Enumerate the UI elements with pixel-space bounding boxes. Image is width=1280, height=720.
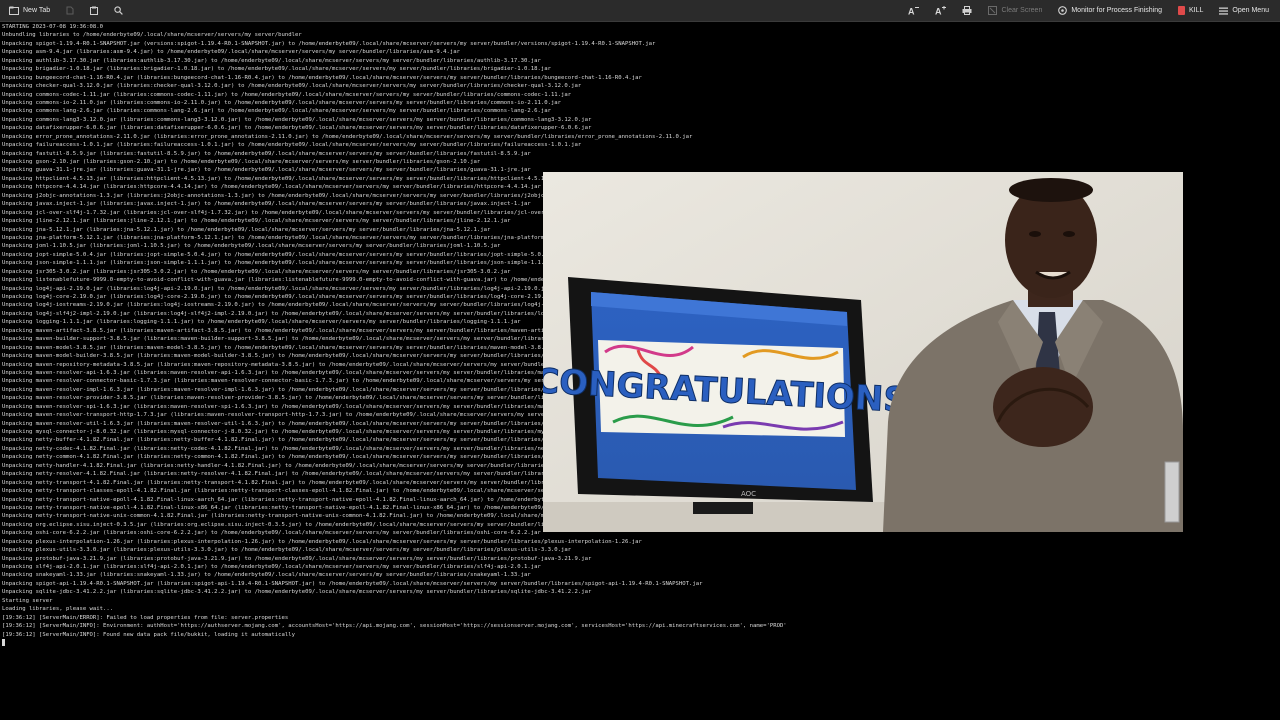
terminal-line: Unpacking brigadier-1.0.18.jar (librarie… xyxy=(2,66,551,73)
kill-icon xyxy=(1178,6,1185,15)
terminal-line: [19:36:12] [ServerMain/ERROR]: Failed to… xyxy=(2,614,289,621)
new-tab-button[interactable]: New Tab xyxy=(6,3,53,19)
terminal-line: Unpacking spigot-api-1.19.4-R0.1-SNAPSHO… xyxy=(2,580,703,587)
kill-label: KILL xyxy=(1189,7,1204,14)
terminal-line: Unpacking bungeecord-chat-1.16-R0.4.jar … xyxy=(2,74,642,81)
search-icon xyxy=(114,6,123,15)
clipboard-button[interactable] xyxy=(87,3,101,19)
terminal-line: Unpacking asm-9.4.jar (libraries:asm-9.4… xyxy=(2,49,461,56)
terminal-line: Unpacking fastutil-8.5.9.jar (libraries:… xyxy=(2,150,531,157)
terminal-line: Unpacking slf4j-api-2.0.1.jar (libraries… xyxy=(2,564,541,570)
terminal-line: Unpacking commons-codec-1.11.jar (librar… xyxy=(2,91,572,98)
video-overlay: CONGRATULATIONS AOC xyxy=(543,172,1183,532)
terminal-line: [19:36:12] [ServerMain/INFO]: Found new … xyxy=(2,631,295,638)
terminal-line: Unpacking failureaccess-1.0.1.jar (libra… xyxy=(2,142,582,149)
terminal-line: Unpacking checker-qual-3.12.0.jar (libra… xyxy=(2,83,582,90)
terminal-line: Unpacking commons-lang3-3.12.0.jar (libr… xyxy=(2,116,592,123)
background-object xyxy=(1164,461,1180,523)
terminal-line: Unbundling libraries to /home/enderbyte0… xyxy=(2,32,302,39)
video-frame: CONGRATULATIONS AOC xyxy=(543,172,1183,532)
terminal-line: Unpacking gson-2.10.jar (libraries:gson-… xyxy=(2,159,481,165)
terminal-line: Unpacking authlib-3.17.30.jar (libraries… xyxy=(2,57,541,64)
terminal-line: Loading libraries, please wait... xyxy=(2,606,114,613)
terminal-line: [19:36:12] [ServerMain/INFO]: Environmen… xyxy=(2,623,787,630)
text-smaller-button[interactable]: A xyxy=(905,3,922,19)
text-smaller-icon: A xyxy=(908,6,920,16)
monitor-icon xyxy=(1058,6,1068,15)
clipboard-icon xyxy=(90,6,99,15)
terminal-line: Unpacking plexus-interpolation-1.26.jar … xyxy=(2,538,642,545)
cursor-line xyxy=(2,638,1278,647)
monitor-label: Monitor for Process Finishing xyxy=(1071,7,1162,14)
split-button[interactable] xyxy=(63,3,77,19)
search-button[interactable] xyxy=(111,3,126,19)
terminal-line: Unpacking protobuf-java-3.21.9.jar (libr… xyxy=(2,555,592,562)
terminal-toolbar: New Tab A A Clear Screen Monitor for Pro… xyxy=(0,0,1280,22)
text-larger-icon: A xyxy=(935,5,947,16)
kill-button[interactable]: KILL xyxy=(1175,3,1206,19)
toolbar-left-group: New Tab xyxy=(0,3,126,19)
terminal-line: Unpacking snakeyaml-1.33.jar (libraries:… xyxy=(2,572,531,579)
terminal-line: STARTING 2023-07-08 19:36:08.0 xyxy=(2,24,104,30)
clear-screen-button[interactable]: Clear Screen xyxy=(985,3,1045,19)
terminal-line: Unpacking commons-lang-2.6.jar (librarie… xyxy=(2,108,551,115)
menu-icon xyxy=(1219,7,1229,15)
terminal-line: Unpacking commons-io-2.11.0.jar (librari… xyxy=(2,99,562,106)
terminal-line: Unpacking plexus-utils-3.3.0.jar (librar… xyxy=(2,547,572,554)
monitor-stand xyxy=(693,502,753,514)
print-icon xyxy=(962,6,972,15)
new-tab-label: New Tab xyxy=(23,7,51,14)
clear-screen-label: Clear Screen xyxy=(1001,7,1043,14)
monitor-brand: AOC xyxy=(741,490,756,498)
svg-text:A: A xyxy=(908,6,915,16)
text-cursor xyxy=(2,638,5,646)
terminal-line: Unpacking error_prone_annotations-2.11.0… xyxy=(2,133,693,140)
open-menu-label: Open Menu xyxy=(1232,7,1269,14)
open-menu-button[interactable]: Open Menu xyxy=(1216,3,1272,19)
clear-icon xyxy=(988,6,998,15)
text-larger-button[interactable]: A xyxy=(932,3,949,19)
terminal-line: Unpacking sqlite-jdbc-3.41.2.2.jar (libr… xyxy=(2,589,592,596)
svg-text:A: A xyxy=(935,6,942,16)
new-tab-icon xyxy=(9,6,19,15)
toolbar-right-group: A A Clear Screen Monitor for Process Fin… xyxy=(905,3,1280,19)
monitor-button[interactable]: Monitor for Process Finishing xyxy=(1055,3,1165,19)
terminal-line: Unpacking spigot-1.19.4-R0.1-SNAPSHOT.ja… xyxy=(2,40,656,47)
monitor: CONGRATULATIONS AOC xyxy=(543,277,909,514)
print-button[interactable] xyxy=(959,3,975,19)
terminal-line: Unpacking datafixerupper-6.0.6.jar (libr… xyxy=(2,125,592,132)
terminal-line: Starting server xyxy=(2,597,53,604)
split-icon xyxy=(66,6,74,15)
